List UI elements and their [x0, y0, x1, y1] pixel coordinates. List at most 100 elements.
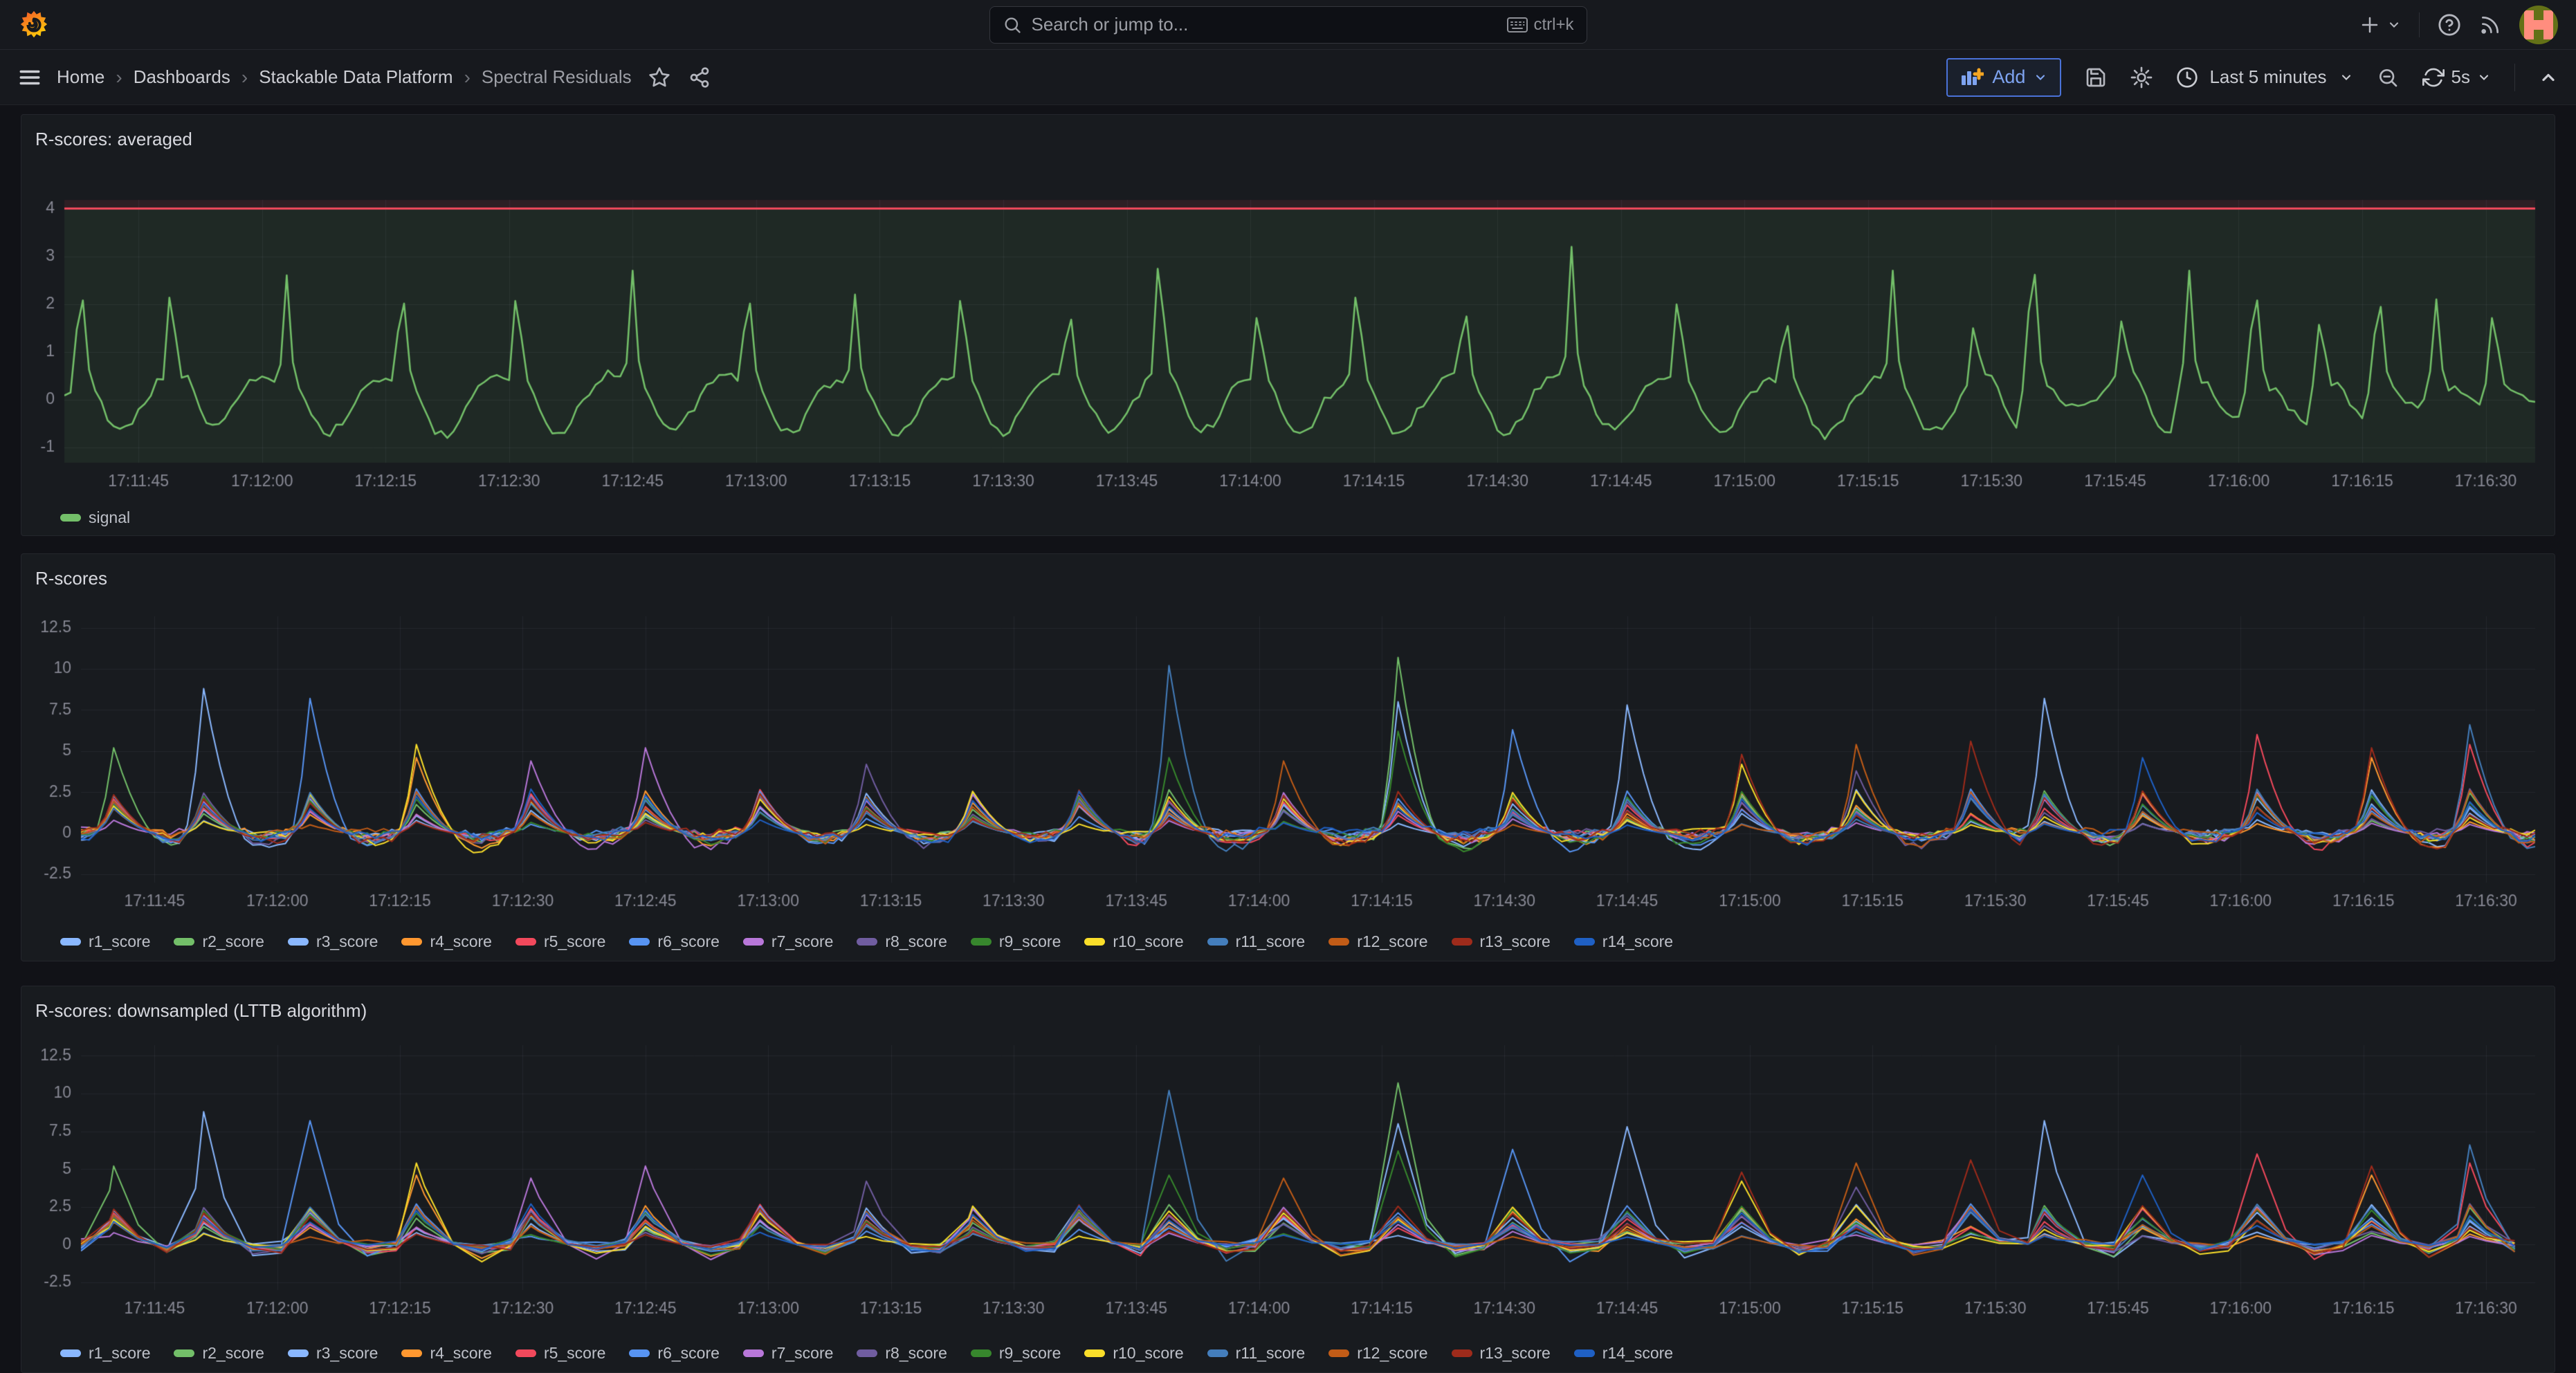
legend-swatch — [629, 938, 650, 946]
legend-swatch — [971, 938, 992, 946]
legend-label: r7_score — [771, 932, 833, 951]
new-dropdown-button[interactable] — [2359, 15, 2401, 35]
add-panel-icon — [1960, 67, 1984, 88]
help-button[interactable] — [2438, 13, 2461, 37]
legend-swatch — [1084, 938, 1105, 946]
legend-swatch — [743, 1349, 764, 1357]
help-icon — [2438, 13, 2461, 37]
legend-label: r4_score — [430, 932, 491, 951]
legend-label: r1_score — [89, 932, 150, 951]
refresh-picker[interactable]: 5s — [2422, 66, 2491, 89]
top-navbar: Search or jump to... ctrl+k — [0, 0, 2576, 50]
user-avatar[interactable] — [2519, 6, 2558, 44]
legend-item-r7_score[interactable]: r7_score — [743, 1344, 833, 1363]
plus-icon — [2359, 15, 2380, 35]
legend-item-r7_score[interactable]: r7_score — [743, 932, 833, 951]
legend-item-r1_score[interactable]: r1_score — [60, 1344, 150, 1363]
legend-swatch — [1084, 1349, 1105, 1357]
legend-label: r14_score — [1602, 932, 1673, 951]
legend-item-r8_score[interactable]: r8_score — [857, 1344, 947, 1363]
legend-label: r11_score — [1236, 1344, 1306, 1363]
r-scores-averaged-chart[interactable] — [21, 163, 2555, 501]
legend-item-r5_score[interactable]: r5_score — [515, 932, 605, 951]
legend-label: r10_score — [1113, 1344, 1183, 1363]
time-range-picker[interactable]: Last 5 minutes — [2176, 66, 2353, 89]
legend-label: r2_score — [202, 1344, 264, 1363]
r-scores-downsampled-chart[interactable] — [21, 1035, 2555, 1334]
grafana-logo[interactable] — [18, 8, 50, 42]
legend-item-r12_score[interactable]: r12_score — [1328, 932, 1427, 951]
legend-item-r8_score[interactable]: r8_score — [857, 932, 947, 951]
legend-swatch — [629, 1349, 650, 1357]
legend-item-r10_score[interactable]: r10_score — [1084, 932, 1183, 951]
legend-label: r6_score — [657, 1344, 719, 1363]
legend-swatch — [288, 1349, 309, 1357]
legend-label: r8_score — [885, 1344, 947, 1363]
legend-item-signal[interactable]: signal — [60, 508, 130, 527]
legend-item-r9_score[interactable]: r9_score — [971, 932, 1061, 951]
legend-item-r11_score[interactable]: r11_score — [1207, 932, 1306, 951]
legend-item-r13_score[interactable]: r13_score — [1452, 932, 1551, 951]
legend-item-r6_score[interactable]: r6_score — [629, 932, 719, 951]
search-icon — [1003, 15, 1022, 35]
legend-item-r2_score[interactable]: r2_score — [174, 932, 264, 951]
legend-item-r2_score[interactable]: r2_score — [174, 1344, 264, 1363]
legend: r1_score r2_score r3_score r4_score r5_score… — [21, 1334, 2555, 1372]
favorite-button[interactable] — [648, 66, 670, 89]
legend-swatch — [1574, 938, 1595, 946]
add-panel-button[interactable]: Add — [1946, 58, 2061, 97]
legend-item-r3_score[interactable]: r3_score — [288, 1344, 378, 1363]
rss-icon — [2479, 14, 2501, 36]
save-dashboard-button[interactable] — [2085, 66, 2107, 89]
breadcrumb-item-dashboards[interactable]: Dashboards — [134, 66, 230, 88]
legend-label: r12_score — [1357, 1344, 1427, 1363]
chevron-down-icon — [2387, 18, 2401, 32]
legend-label: signal — [89, 508, 130, 527]
breadcrumb: Home›Dashboards›Stackable Data Platform›… — [57, 66, 632, 89]
legend-label: r5_score — [544, 932, 605, 951]
legend-swatch — [60, 514, 81, 522]
mega-menu-toggle[interactable] — [18, 66, 42, 89]
legend-item-r14_score[interactable]: r14_score — [1574, 932, 1673, 951]
breadcrumb-separator: › — [241, 66, 248, 89]
dashboard-settings-button[interactable] — [2130, 66, 2153, 89]
legend-item-r9_score[interactable]: r9_score — [971, 1344, 1061, 1363]
legend-item-r1_score[interactable]: r1_score — [60, 932, 150, 951]
keyboard-icon — [1507, 17, 1528, 33]
legend-swatch — [515, 1349, 536, 1357]
legend-item-r4_score[interactable]: r4_score — [401, 932, 491, 951]
legend-item-r5_score[interactable]: r5_score — [515, 1344, 605, 1363]
legend-item-r10_score[interactable]: r10_score — [1084, 1344, 1183, 1363]
collapse-toolbar-button[interactable] — [2539, 68, 2558, 87]
legend-item-r13_score[interactable]: r13_score — [1452, 1344, 1551, 1363]
chevron-down-icon — [2034, 71, 2047, 84]
legend-item-r12_score[interactable]: r12_score — [1328, 1344, 1427, 1363]
panel-title[interactable]: R-scores: downsampled (LTTB algorithm) — [35, 1000, 367, 1022]
legend-item-r4_score[interactable]: r4_score — [401, 1344, 491, 1363]
refresh-interval-label: 5s — [2451, 66, 2470, 88]
breadcrumb-item-stackable-data-platform[interactable]: Stackable Data Platform — [259, 66, 453, 88]
legend-swatch — [401, 1349, 422, 1357]
zoom-out-time-button[interactable] — [2377, 66, 2399, 89]
panel-r-scores: R-scores r1_score r2_score r3_score r4_scor… — [21, 553, 2555, 961]
share-icon — [688, 66, 711, 89]
legend-item-r3_score[interactable]: r3_score — [288, 932, 378, 951]
chevron-down-icon — [2339, 71, 2353, 84]
search-input[interactable]: Search or jump to... ctrl+k — [989, 6, 1587, 44]
panel-title[interactable]: R-scores: averaged — [35, 129, 192, 150]
r-scores-chart[interactable] — [21, 602, 2555, 923]
panel-r-scores-averaged: R-scores: averaged signal — [21, 114, 2555, 536]
breadcrumb-item-home[interactable]: Home — [57, 66, 104, 88]
share-button[interactable] — [688, 66, 711, 89]
legend-swatch — [401, 938, 422, 946]
legend-label: r12_score — [1357, 932, 1427, 951]
legend-swatch — [971, 1349, 992, 1357]
refresh-icon — [2422, 66, 2445, 89]
legend-item-r11_score[interactable]: r11_score — [1207, 1344, 1306, 1363]
legend-swatch — [60, 1349, 81, 1357]
legend: signal — [21, 499, 2555, 535]
panel-title[interactable]: R-scores — [35, 568, 107, 589]
legend-item-r6_score[interactable]: r6_score — [629, 1344, 719, 1363]
news-button[interactable] — [2479, 14, 2501, 36]
legend-item-r14_score[interactable]: r14_score — [1574, 1344, 1673, 1363]
